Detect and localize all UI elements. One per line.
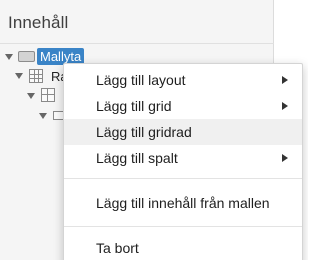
triangle-right-icon (282, 102, 288, 110)
grid-icon (29, 69, 43, 83)
panel-title: Innehåll (8, 13, 69, 32)
menu-item-label: Lägg till spalt (96, 150, 178, 166)
triangle-down-icon[interactable] (39, 113, 47, 119)
layout-icon (18, 51, 35, 62)
menu-item-label: Lägg till layout (96, 72, 186, 88)
menu-item-add-grid[interactable]: Lägg till grid (64, 93, 302, 119)
triangle-right-icon (282, 76, 288, 84)
context-menu: Lägg till layout Lägg till grid Lägg til… (63, 63, 303, 260)
menu-item-label: Lägg till gridrad (96, 124, 192, 140)
menu-item-label: Ta bort (96, 240, 139, 256)
menu-item-add-column[interactable]: Lägg till spalt (64, 145, 302, 171)
triangle-right-icon (282, 154, 288, 162)
editor-stage: Innehåll Mallyta Ra Lägg till layout Läg… (0, 0, 308, 260)
menu-item-add-content-from-template[interactable]: Lägg till innehåll från mallen (64, 190, 302, 216)
triangle-down-icon[interactable] (27, 93, 35, 99)
menu-item-delete[interactable]: Ta bort (64, 235, 302, 260)
menu-separator (64, 226, 302, 227)
menu-item-label: Lägg till grid (96, 98, 172, 114)
triangle-down-icon[interactable] (5, 54, 13, 60)
grid-row-icon (41, 88, 55, 102)
menu-item-add-layout[interactable]: Lägg till layout (64, 67, 302, 93)
triangle-down-icon[interactable] (15, 73, 23, 79)
menu-item-label: Lägg till innehåll från mallen (96, 195, 270, 211)
menu-separator (64, 178, 302, 179)
panel-divider (0, 43, 274, 44)
menu-item-add-grid-row[interactable]: Lägg till gridrad (64, 119, 302, 145)
